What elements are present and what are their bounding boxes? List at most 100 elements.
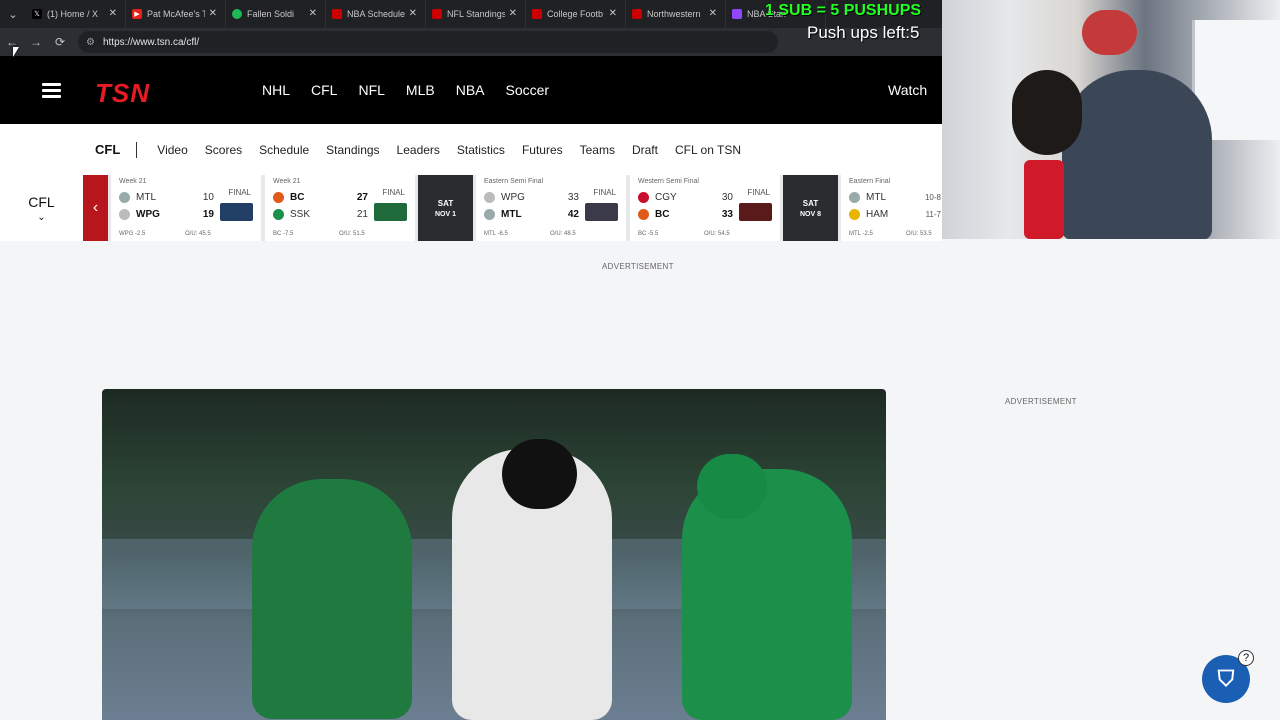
scores-prev-button[interactable]: ‹ [83, 175, 108, 241]
help-icon[interactable]: ? [1238, 650, 1254, 666]
ad-label: ADVERTISEMENT [1005, 397, 1077, 406]
over-under: O/U: 53.5 [906, 231, 932, 237]
nav-mlb[interactable]: MLB [406, 82, 435, 98]
section-title[interactable]: CFL [95, 142, 120, 157]
date-day: SAT [437, 198, 454, 208]
browser-tab[interactable]: NFL Standings ✕ [426, 0, 526, 28]
url-input[interactable]: ⚙ https://www.tsn.ca/cfl/ [78, 31, 778, 53]
browser-tab[interactable]: College Footb ✕ [526, 0, 626, 28]
over-under: O/U: 45.5 [185, 231, 211, 237]
over-under: O/U: 48.5 [550, 231, 576, 237]
subnav-standings[interactable]: Standings [326, 143, 379, 157]
game-label: Week 21 [273, 178, 301, 185]
subnav-scores[interactable]: Scores [205, 143, 242, 157]
subnav-leaders[interactable]: Leaders [397, 143, 440, 157]
game-card[interactable]: Eastern Semi Final FINAL WPG 33 MTL 42 MTL… [476, 175, 626, 241]
nav-cfl[interactable]: CFL [311, 82, 337, 98]
browser-tab[interactable]: Fallen Soldi ✕ [226, 0, 326, 28]
spotify-icon [232, 9, 242, 19]
team-logo-icon [638, 208, 649, 220]
betting-line: BC -5.5 [638, 231, 659, 237]
game-label: Week 21 [119, 178, 147, 185]
divider [136, 141, 138, 158]
menu-icon[interactable] [42, 83, 61, 98]
over-under: O/U: 51.5 [339, 231, 365, 237]
subnav-video[interactable]: Video [157, 143, 187, 157]
browser-tab[interactable]: Northwestern ✕ [626, 0, 726, 28]
sub-nav: CFL Video Scores Schedule Standings Lead… [0, 124, 942, 175]
team-logo-icon [484, 208, 495, 220]
mouse-cursor-icon [13, 47, 19, 57]
highlight-thumbnail[interactable] [374, 203, 407, 221]
address-bar: ← → ⟳ ⚙ https://www.tsn.ca/cfl/ [0, 28, 942, 56]
betting-line: MTL -2.5 [849, 231, 873, 237]
team-logo-icon [849, 191, 860, 203]
subnav-draft[interactable]: Draft [632, 143, 658, 157]
team-row: MTL 10-8 [849, 190, 941, 204]
league-picker[interactable]: CFL ⌄ [0, 175, 83, 241]
nav-nba[interactable]: NBA [456, 82, 485, 98]
webcam-hats [1082, 10, 1137, 55]
team-row: HAM 11-7 [849, 207, 941, 221]
watch-link[interactable]: Watch [888, 82, 927, 98]
date-date: NOV 1 [434, 210, 456, 218]
hero-image[interactable] [102, 389, 886, 720]
espn-icon [632, 9, 642, 19]
player-figure [252, 479, 412, 719]
close-tab-icon[interactable]: ✕ [409, 8, 417, 19]
close-tab-icon[interactable]: ✕ [309, 8, 317, 19]
tsn-logo[interactable]: TSN [95, 78, 150, 109]
team-logo-icon [119, 191, 130, 203]
stream-overlay-title: 1 SUB = 5 PUSHUPS [765, 2, 922, 19]
espn-icon [432, 9, 442, 19]
team-row: CGY 30 [638, 190, 733, 204]
game-card[interactable]: Eastern Final MTL 10-8 HAM 11-7 MTL -2.5 O… [841, 175, 942, 241]
game-card[interactable]: Week 21 FINAL BC 27 SSK 21 BC -7.5 O/U: 51… [265, 175, 415, 241]
pushup-counter: Push ups left:5 [807, 23, 920, 42]
chevron-down-icon: ⌄ [37, 211, 46, 223]
nav-soccer[interactable]: Soccer [506, 82, 550, 98]
subnav-statistics[interactable]: Statistics [457, 143, 505, 157]
subnav-teams[interactable]: Teams [580, 143, 615, 157]
game-status: FINAL [228, 188, 251, 197]
site-info-icon[interactable]: ⚙ [86, 37, 95, 48]
game-card[interactable]: Week 21 FINAL MTL 10 WPG 19 WPG -2.5 O/U: … [111, 175, 261, 241]
team-row: MTL 42 [484, 207, 579, 221]
team-row: WPG 33 [484, 190, 579, 204]
highlight-thumbnail[interactable] [739, 203, 772, 221]
team-logo-icon [273, 191, 284, 203]
subnav-futures[interactable]: Futures [522, 143, 563, 157]
date-card[interactable]: SAT NOV 8 [783, 175, 838, 241]
scores-strip: CFL ⌄ ‹ Week 21 FINAL MTL 10 WPG 19 WPG -2… [0, 175, 942, 241]
highlight-thumbnail[interactable] [220, 203, 253, 221]
subnav-schedule[interactable]: Schedule [259, 143, 309, 157]
close-tab-icon[interactable]: ✕ [209, 8, 217, 19]
espn-icon [532, 9, 542, 19]
game-card[interactable]: Western Semi Final FINAL CGY 30 BC 33 BC -… [630, 175, 780, 241]
betting-line: BC -7.5 [273, 231, 294, 237]
browser-tab[interactable]: 𝕏 (1) Home / X ✕ [26, 0, 126, 28]
nav-nfl[interactable]: NFL [358, 82, 384, 98]
close-tab-icon[interactable]: ✕ [609, 8, 617, 19]
close-tab-icon[interactable]: ✕ [709, 8, 717, 19]
betting-line: WPG -2.5 [119, 231, 146, 237]
main-nav: NHL CFL NFL MLB NBA Soccer [262, 82, 570, 98]
team-row: BC 27 [273, 190, 368, 204]
back-icon[interactable]: ← [0, 28, 24, 56]
team-logo-icon [119, 208, 130, 220]
close-tab-icon[interactable]: ✕ [509, 8, 517, 19]
tab-search-icon[interactable]: ⌄ [0, 0, 26, 28]
date-card[interactable]: SAT NOV 1 [418, 175, 473, 241]
close-tab-icon[interactable]: ✕ [109, 8, 117, 19]
subnav-cfl-on-tsn[interactable]: CFL on TSN [675, 143, 741, 157]
nav-nhl[interactable]: NHL [262, 82, 290, 98]
team-logo-icon [484, 191, 495, 203]
team-row: MTL 10 [119, 190, 214, 204]
browser-tab[interactable]: NBA Schedule ✕ [326, 0, 426, 28]
forward-icon[interactable]: → [24, 28, 48, 56]
webcam-person [1062, 70, 1212, 239]
x-icon: 𝕏 [32, 9, 42, 19]
browser-tab[interactable]: ▶ Pat McAfee's T ✕ [126, 0, 226, 28]
reload-icon[interactable]: ⟳ [48, 28, 72, 56]
highlight-thumbnail[interactable] [585, 203, 618, 221]
